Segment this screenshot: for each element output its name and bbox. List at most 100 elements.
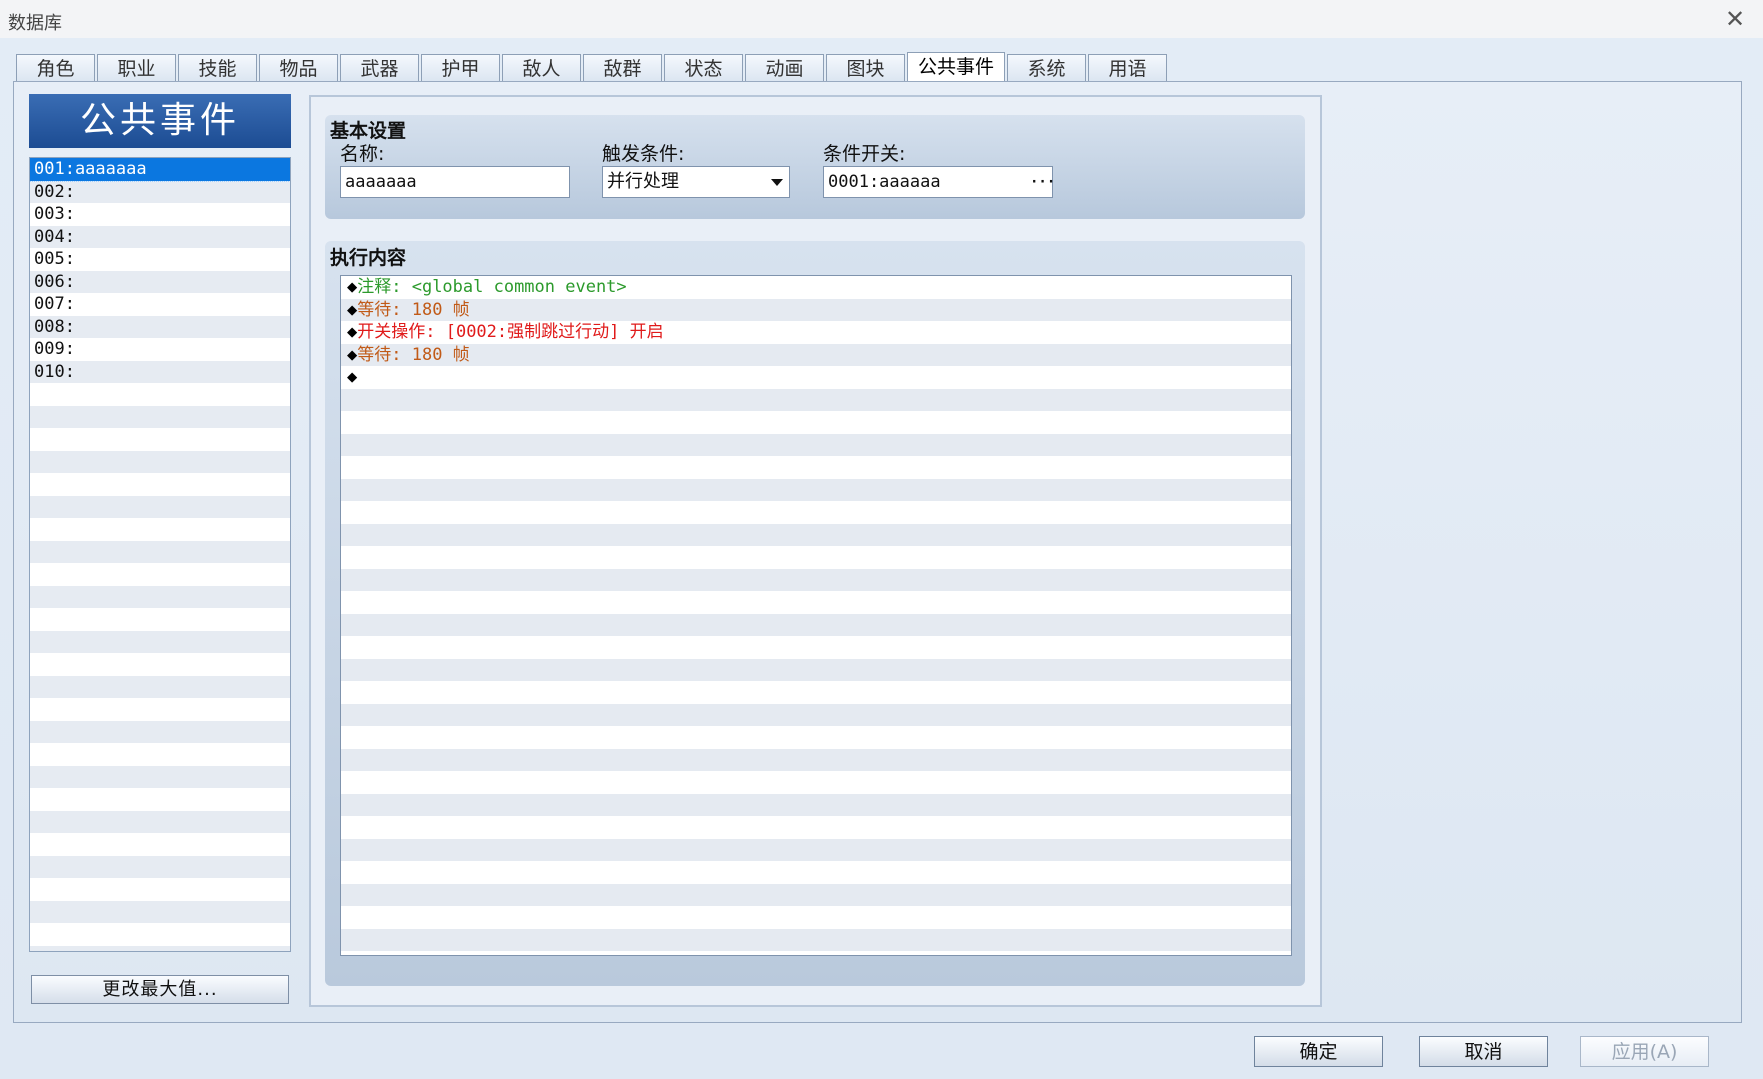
empty-row [30,923,290,946]
empty-row [341,478,1291,501]
command-row[interactable]: ◆等待: 180 帧 [341,343,1291,366]
list-item[interactable]: 001:aaaaaaa [30,158,290,182]
empty-row [341,951,1291,955]
empty-row [341,546,1291,569]
tab-actors[interactable]: 角色 [16,54,95,82]
trigger-select[interactable]: 并行处理 [602,166,790,198]
tab-items[interactable]: 物品 [259,54,338,82]
empty-row [341,861,1291,884]
list-item[interactable]: 008: [30,315,290,338]
list-item[interactable]: 003: [30,203,290,226]
empty-row [30,810,290,833]
command-text: 等待: 180 帧 [357,299,470,320]
ok-button[interactable]: 确定 [1254,1036,1383,1067]
empty-row [30,855,290,878]
tab-states[interactable]: 状态 [664,54,743,82]
tab-system[interactable]: 系统 [1007,54,1086,82]
switch-field[interactable]: 0001:aaaaaa ··· [823,166,1055,198]
command-row[interactable]: ◆注释: <global common event> [341,276,1291,299]
empty-row [30,518,290,541]
cancel-button[interactable]: 取消 [1419,1036,1548,1067]
empty-row [30,743,290,766]
empty-row [341,591,1291,614]
empty-row [30,540,290,563]
empty-row [30,720,290,743]
empty-row [341,388,1291,411]
empty-row [341,883,1291,906]
empty-row [30,405,290,428]
trigger-label: 触发条件: [602,143,685,165]
empty-row [30,563,290,586]
empty-row [341,726,1291,749]
list-item[interactable]: 002: [30,180,290,203]
empty-row [30,383,290,406]
ellipsis-button[interactable]: ··· [1030,172,1055,192]
common-event-list[interactable]: 001:aaaaaaa 002: 003: 004: 005: 006: 007… [29,157,291,952]
list-item[interactable]: 009: [30,338,290,361]
tab-skills[interactable]: 技能 [178,54,257,82]
empty-row [30,900,290,923]
empty-row [341,411,1291,434]
empty-row [341,523,1291,546]
common-events-header: 公共事件 [29,94,291,148]
command-row[interactable]: ◆等待: 180 帧 [341,298,1291,321]
empty-row [30,653,290,676]
contents-title: 执行内容 [330,247,407,269]
empty-row [341,568,1291,591]
tab-troops[interactable]: 敌群 [583,54,662,82]
tab-common-events[interactable]: 公共事件 [907,52,1005,83]
empty-row [30,630,290,653]
tab-enemies[interactable]: 敌人 [502,54,581,82]
empty-row [30,878,290,901]
command-row[interactable]: ◆开关操作: [0002:强制跳过行动] 开启 [341,321,1291,344]
empty-row [341,748,1291,771]
tab-terms[interactable]: 用语 [1088,54,1167,82]
empty-row [30,765,290,788]
list-item[interactable]: 010: [30,360,290,383]
switch-value: 0001:aaaaaa [828,172,941,192]
list-item[interactable]: 006: [30,270,290,293]
empty-row [341,703,1291,726]
empty-row [341,928,1291,951]
chevron-down-icon [771,179,783,186]
command-text: 注释: <global common event> [357,277,627,297]
tab-weapons[interactable]: 武器 [340,54,419,82]
empty-row [30,945,290,951]
tab-classes[interactable]: 职业 [97,54,176,82]
empty-row [30,450,290,473]
empty-row [30,585,290,608]
empty-row [341,613,1291,636]
tab-bar: 角色 职业 技能 物品 武器 护甲 敌人 敌群 状态 动画 图块 公共事件 系统… [16,52,1169,83]
list-item[interactable]: 005: [30,248,290,271]
empty-row [341,906,1291,929]
apply-button[interactable]: 应用(A) [1580,1036,1709,1067]
empty-row [341,793,1291,816]
diamond-bullet-icon: ◆ [347,277,358,297]
empty-row [30,608,290,631]
command-text: 等待: 180 帧 [357,344,470,365]
name-label: 名称: [340,143,385,165]
name-input[interactable]: aaaaaaa [340,166,570,198]
list-item[interactable]: 007: [30,293,290,316]
empty-row [341,433,1291,456]
diamond-bullet-icon: ◆ [347,367,358,387]
empty-row [30,788,290,811]
command-row[interactable]: ◆ [341,366,1291,389]
empty-row [30,495,290,518]
empty-row [341,816,1291,839]
empty-row [341,771,1291,794]
event-command-list[interactable]: ◆注释: <global common event> ◆等待: 180 帧 ◆开… [340,275,1292,956]
change-max-button[interactable]: 更改最大值... [31,975,289,1004]
empty-row [341,636,1291,659]
switch-label: 条件开关: [823,143,906,165]
trigger-value: 并行处理 [607,171,679,192]
empty-row [30,698,290,721]
empty-row [30,428,290,451]
diamond-bullet-icon: ◆ [347,344,358,365]
close-icon[interactable]: ✕ [1721,7,1749,33]
list-item[interactable]: 004: [30,225,290,248]
tab-armors[interactable]: 护甲 [421,54,500,82]
tab-tilesets[interactable]: 图块 [826,54,905,82]
tab-animations[interactable]: 动画 [745,54,824,82]
empty-row [341,658,1291,681]
